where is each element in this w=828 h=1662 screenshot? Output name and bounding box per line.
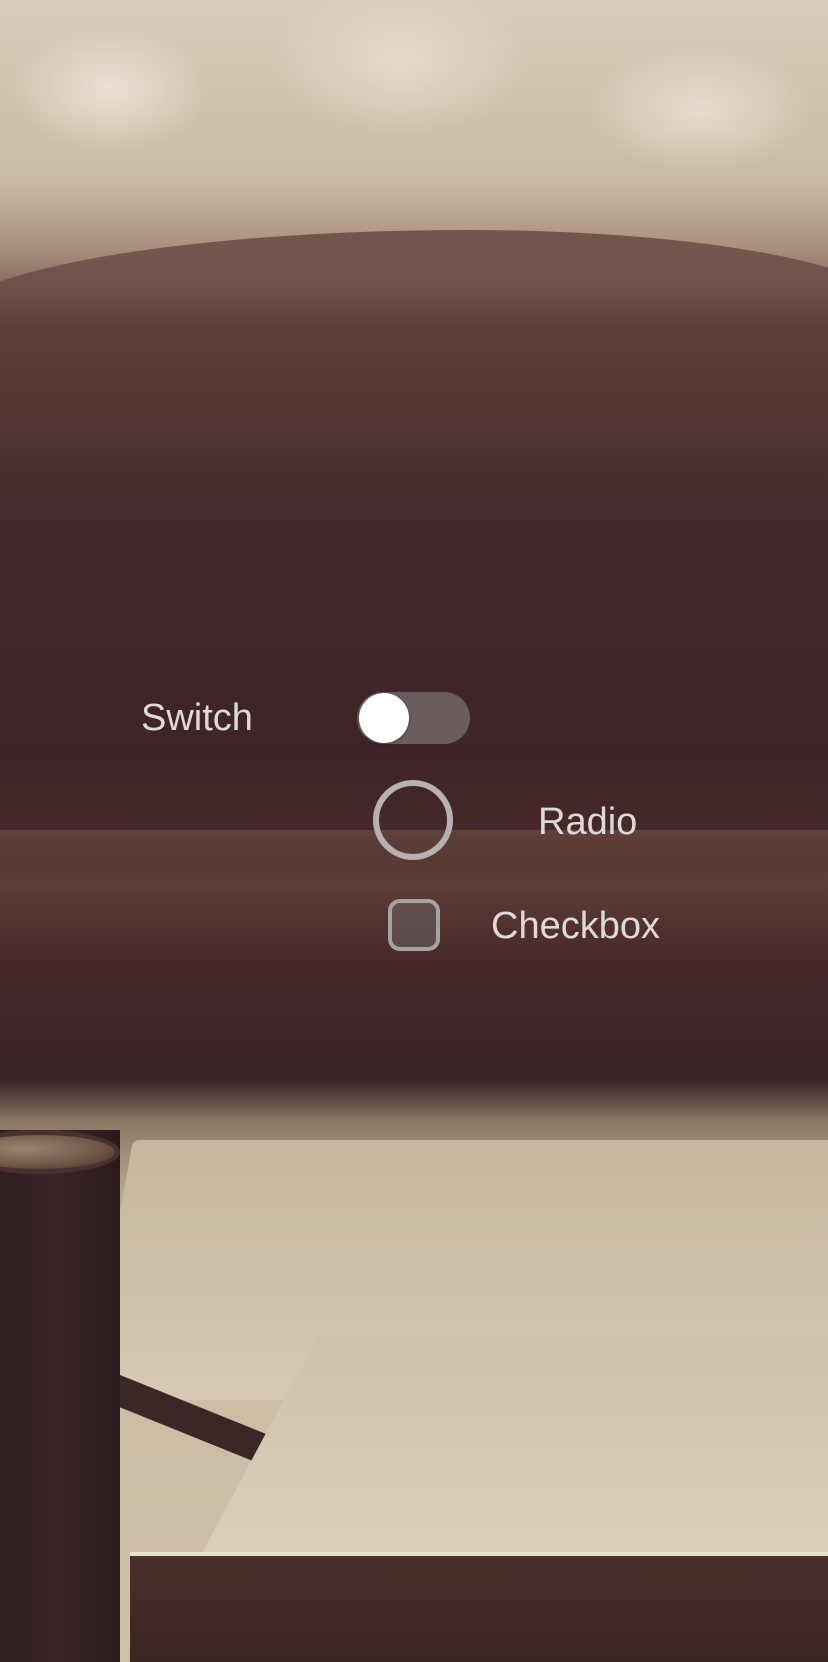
background-paper	[87, 1140, 828, 1400]
screen: Switch Radio Checkbox	[0, 0, 828, 1662]
background-book-spine	[130, 1552, 828, 1662]
background-table	[0, 1110, 828, 1310]
background-cup-rim	[0, 1130, 120, 1174]
checkbox[interactable]	[388, 899, 440, 951]
radio-label[interactable]: Radio	[538, 800, 637, 844]
background-hill	[0, 230, 828, 470]
radio-button[interactable]	[373, 780, 453, 860]
switch-knob[interactable]	[359, 693, 409, 743]
background-pen	[74, 1361, 299, 1476]
switch-label: Switch	[141, 697, 253, 739]
background-book-cover	[190, 1336, 828, 1576]
background-cup	[0, 1130, 120, 1662]
background-bokeh	[0, 0, 828, 260]
switch-toggle[interactable]	[357, 692, 470, 744]
checkbox-label[interactable]: Checkbox	[491, 904, 660, 948]
